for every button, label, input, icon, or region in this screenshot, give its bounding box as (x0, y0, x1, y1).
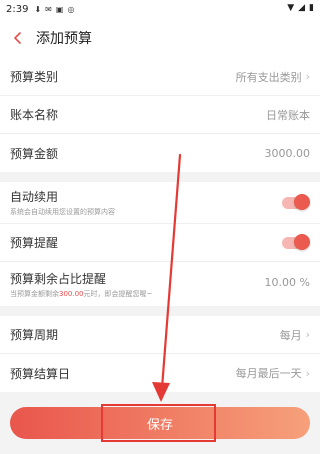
remaining-ratio-label: 预算剩余占比提醒 (10, 271, 107, 286)
budget-period-row[interactable]: 预算周期 每月 › (0, 316, 320, 354)
toggle-knob (294, 233, 310, 250)
save-button[interactable]: 保存 (10, 407, 310, 439)
chevron-left-icon (14, 32, 21, 44)
app-icon: ▣ (55, 4, 64, 14)
auto-renew-description: 系统会自动续用您设置的预算内容 (10, 208, 115, 216)
budget-amount-row[interactable]: 预算金额 3000.00 (0, 134, 320, 172)
budget-type-value: 所有支出类别 (235, 70, 302, 84)
remaining-ratio-description: 当预算金额剩余300.00元时，即会提醒您喔~ (10, 289, 152, 299)
budget-period-value: 每月 (279, 328, 302, 342)
remaining-ratio-value[interactable]: 10.00 % (265, 276, 310, 289)
budget-amount-label: 预算金额 (10, 146, 59, 161)
budget-reminder-toggle[interactable] (282, 233, 310, 250)
account-name-label: 账本名称 (10, 108, 59, 122)
page-title: 添加预算 (36, 31, 92, 47)
signal-icon: ◢ (298, 3, 306, 13)
auto-renew-row: 自动续用 系统会自动续用您设置的预算内容 (0, 182, 320, 224)
toggle-knob (294, 194, 310, 210)
description-amount: 300.00 (59, 289, 84, 298)
download-icon: ⬇ (34, 4, 42, 14)
wifi-icon: ▼ (287, 3, 295, 13)
settlement-day-value: 每月最后一天 (235, 367, 302, 380)
mail-icon: ✉ (45, 4, 52, 14)
remaining-ratio-row[interactable]: 预算剩余占比提醒 当预算金额剩余300.00元时，即会提醒您喔~ 10.00 % (0, 262, 320, 306)
account-name-value: 日常账本 (266, 108, 310, 122)
auto-renew-label: 自动续用 (10, 190, 59, 204)
save-button-label: 保存 (146, 417, 173, 433)
reminder-group: 自动续用 系统会自动续用您设置的预算内容 预算提醒 预算剩余占比提醒 当预算金额… (0, 182, 320, 306)
battery-icon: ▮ (309, 3, 314, 13)
settlement-day-label: 预算结算日 (10, 366, 71, 381)
budget-basic-group: 预算类别 所有支出类别 › 账本名称 日常账本 预算金额 3000.00 (0, 58, 320, 172)
settlement-day-row[interactable]: 预算结算日 每月最后一天 › (0, 354, 320, 392)
sync-icon: ◎ (67, 4, 75, 14)
budget-period-label: 预算周期 (10, 328, 59, 342)
account-name-row[interactable]: 账本名称 日常账本 (0, 96, 320, 134)
header: 添加预算 (0, 18, 320, 58)
description-suffix: 元时，即会提醒您喔~ (83, 289, 153, 298)
status-time: 2:39 (6, 3, 29, 15)
description-prefix: 当预算金额剩余 (10, 289, 59, 298)
back-button[interactable] (0, 18, 36, 58)
auto-renew-toggle[interactable] (282, 194, 310, 210)
chevron-right-icon: › (305, 70, 310, 83)
chevron-right-icon: › (305, 366, 310, 380)
budget-type-label: 预算类别 (10, 70, 59, 84)
budget-reminder-row: 预算提醒 (0, 224, 320, 262)
status-bar: 2:39 ⬇ ✉ ▣ ◎ ▼ ◢ ▮ (0, 0, 320, 18)
budget-amount-value[interactable]: 3000.00 (265, 147, 311, 160)
chevron-right-icon: › (305, 328, 310, 341)
budget-reminder-label: 预算提醒 (10, 236, 59, 250)
period-group: 预算周期 每月 › 预算结算日 每月最后一天 › (0, 316, 320, 392)
budget-type-row[interactable]: 预算类别 所有支出类别 › (0, 58, 320, 96)
